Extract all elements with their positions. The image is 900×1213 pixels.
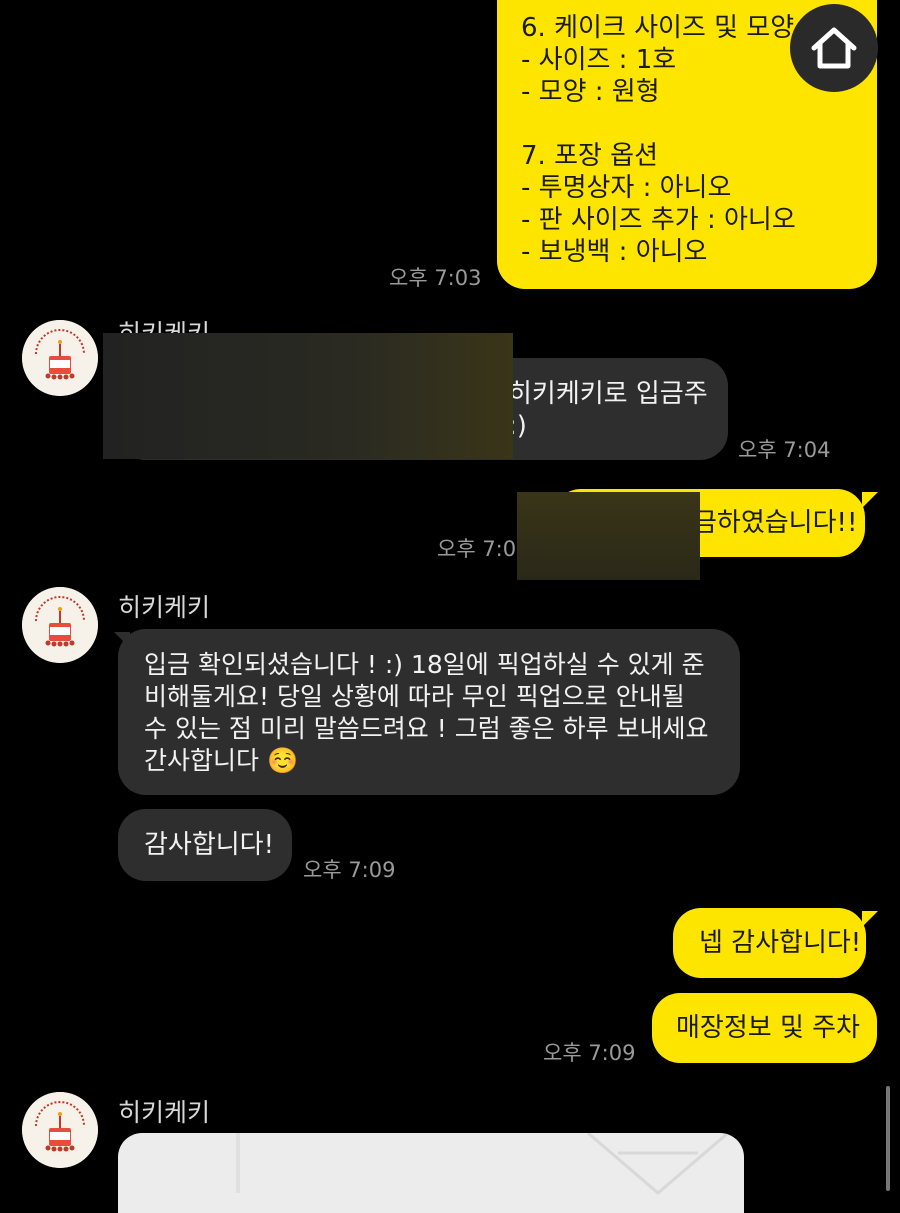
message-line: 간사합니다 ☺️ [144, 746, 299, 775]
message-line: :) [508, 411, 527, 441]
home-button[interactable] [790, 4, 878, 92]
avatar[interactable] [22, 320, 98, 396]
avatar[interactable] [22, 587, 98, 663]
bubble-tail [862, 911, 878, 927]
message-line: 히키케키로 입금주 [508, 379, 708, 409]
message-line: 비해둘게요! 당일 상황에 따라 무인 픽업으로 안내될 [144, 682, 685, 711]
message-line: 넵 감사합니다! [699, 928, 862, 958]
cake-shop-logo [22, 1092, 98, 1168]
censor-block [517, 492, 700, 580]
sender-name: 히키케키 [118, 1098, 211, 1127]
message-line: 입금 확인되셨습니다 ! :) 18일에 픽업하실 수 있게 준 [144, 650, 705, 679]
message-time: 오후 7:04 [738, 438, 831, 462]
message-bubble-reply-thanks[interactable]: 넵 감사합니다! [673, 908, 866, 978]
message-time: 오후 7:09 [303, 858, 396, 882]
cake-shop-logo [22, 320, 98, 396]
message-line [521, 108, 877, 140]
message-line: 금하였습니다!! [693, 508, 858, 538]
message-line: - 투명상자 : 아니오 [521, 173, 732, 203]
map-preview[interactable] [118, 1133, 744, 1213]
message-bubble-store-info[interactable]: 매장정보 및 주차 [652, 993, 877, 1063]
cake-shop-logo [22, 587, 98, 663]
map-roads [236, 1133, 729, 1195]
message-bubble-confirmation[interactable]: 입금 확인되셨습니다 ! :) 18일에 픽업하실 수 있게 준 비해둘게요! … [118, 629, 740, 795]
home-icon [811, 27, 857, 69]
message-line: - 보냉백 : 아니오 [521, 237, 708, 267]
censor-block [103, 333, 513, 459]
sender-name: 히키케키 [118, 593, 211, 622]
message-bubble-thanks[interactable]: 감사합니다! [118, 809, 292, 881]
scrollbar[interactable] [886, 1086, 890, 1191]
message-time: 오후 7:03 [389, 266, 482, 290]
message-line: - 판 사이즈 추가 : 아니오 [521, 205, 796, 235]
message-line: 수 있는 점 미리 말씀드려요 ! 그럼 좋은 하루 보내세요 [144, 714, 709, 743]
bubble-tail [862, 492, 878, 508]
message-line: 7. 포장 옵션 [521, 141, 659, 171]
message-time: 오후 7:09 [543, 1041, 636, 1065]
avatar[interactable] [22, 1092, 98, 1168]
message-line: 매장정보 및 주차 [676, 1013, 860, 1043]
message-time: 오후 7:0 [437, 537, 517, 561]
message-line: 감사합니다! [144, 830, 275, 860]
